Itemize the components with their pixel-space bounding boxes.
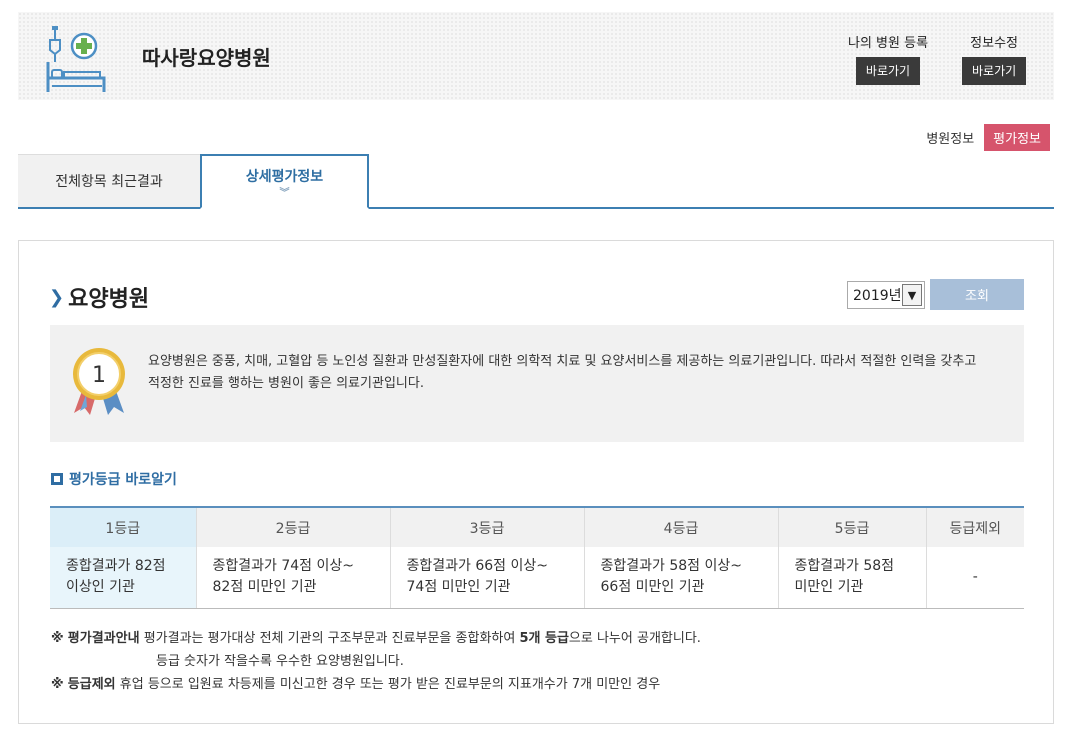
year-value: 2019년 (853, 288, 902, 304)
grade-cell: 종합결과가 66점 이상~ 74점 미만인 기관 (390, 547, 585, 609)
grade-header: 4등급 (584, 506, 779, 547)
info-text: 요양병원은 중풍, 치매, 고혈압 등 노인성 질환과 만성질환자에 대한 의학… (148, 354, 977, 391)
grade-cell: - (926, 547, 1024, 609)
table-row: 종합결과가 82점 이상인 기관 종합결과가 74점 이상~ 82점 미만인 기관 … (50, 547, 1024, 609)
note-evaluation-guide: ※ 평가결과안내 평가결과는 평가대상 전체 기관의 구조부문과 진료부문을 종… (51, 631, 701, 646)
grade-guide-heading: 평가등급 바로알기 (51, 469, 177, 489)
chevron-down-icon: ︾ (279, 187, 290, 199)
grade-header: 1등급 (50, 506, 197, 547)
register-go-button[interactable]: 바로가기 (855, 57, 921, 85)
note-evaluation-guide-line2: 등급 숫자가 작을수록 우수한 요양병원입니다. (156, 654, 404, 669)
square-icon (51, 473, 63, 485)
tab-bar: 전체항목 최근결과 상세평가정보 ︾ (18, 154, 1054, 209)
grade-cell: 종합결과가 58점 미만인 기관 (778, 547, 927, 609)
hospital-name: 따사랑요양병원 (142, 46, 271, 70)
grade-header: 5등급 (778, 506, 927, 547)
search-button[interactable]: 조회 (930, 279, 1024, 310)
note-grade-exclusion: ※ 등급제외 휴업 등으로 입원료 차등제를 미신고한 경우 또는 평가 받은 … (51, 677, 661, 692)
grade-header: 등급제외 (926, 506, 1024, 547)
hospital-bed-icon (46, 26, 106, 92)
grade-header-row: 1등급 2등급 3등급 4등급 5등급 등급제외 (50, 506, 1024, 547)
hospital-header: 따사랑요양병원 나의 병원 등록 바로가기 정보수정 바로가기 (18, 12, 1054, 100)
year-select[interactable]: 2019년 ▼ (847, 281, 925, 309)
grade-cell: 종합결과가 82점 이상인 기관 (50, 547, 197, 609)
edit-go-button[interactable]: 바로가기 (962, 57, 1027, 85)
grade-cell: 종합결과가 74점 이상~ 82점 미만인 기관 (196, 547, 391, 609)
edit-block: 정보수정 바로가기 (962, 32, 1027, 85)
chevron-down-icon: ▼ (902, 284, 922, 306)
evaluation-info-link[interactable]: 평가정보 (984, 124, 1050, 151)
edit-label: 정보수정 (970, 36, 1018, 51)
content-panel: ❯ 요양병원 2019년 ▼ 조회 1 요양병원은 중풍, 치매, 고혈압 등 … (18, 240, 1054, 724)
medal-grade: 1 (92, 363, 106, 388)
grade-guide-title: 평가등급 바로알기 (69, 472, 177, 488)
section-title: ❯ 요양병원 (49, 281, 149, 313)
hospital-info-link[interactable]: 병원정보 (926, 128, 974, 147)
grade-table: 1등급 2등급 3등급 4등급 5등급 등급제외 종합결과가 82점 이상인 기관… (50, 506, 1024, 609)
tab-label: 상세평가정보 (245, 168, 324, 185)
section-title-text: 요양병원 (68, 287, 150, 312)
grade-cell: 종합결과가 58점 이상~ 66점 미만인 기관 (584, 547, 779, 609)
grade-header: 2등급 (196, 506, 391, 547)
register-label: 나의 병원 등록 (848, 36, 929, 51)
tab-detailed-evaluation[interactable]: 상세평가정보 ︾ (200, 154, 369, 209)
info-nav: 병원정보 평가정보 (926, 124, 1050, 151)
tab-label: 전체항목 최근결과 (55, 174, 163, 190)
grade-header: 3등급 (390, 506, 585, 547)
medal-icon: 1 (73, 348, 125, 415)
register-block: 나의 병원 등록 바로가기 (848, 32, 928, 85)
notes: ※ 평가결과안내 평가결과는 평가대상 전체 기관의 구조부문과 진료부문을 종… (51, 627, 701, 696)
tab-recent-results[interactable]: 전체항목 최근결과 (18, 154, 200, 207)
arrow-right-icon: ❯ (49, 286, 65, 308)
info-box: 1 요양병원은 중풍, 치매, 고혈압 등 노인성 질환과 만성질환자에 대한 … (50, 325, 1024, 442)
